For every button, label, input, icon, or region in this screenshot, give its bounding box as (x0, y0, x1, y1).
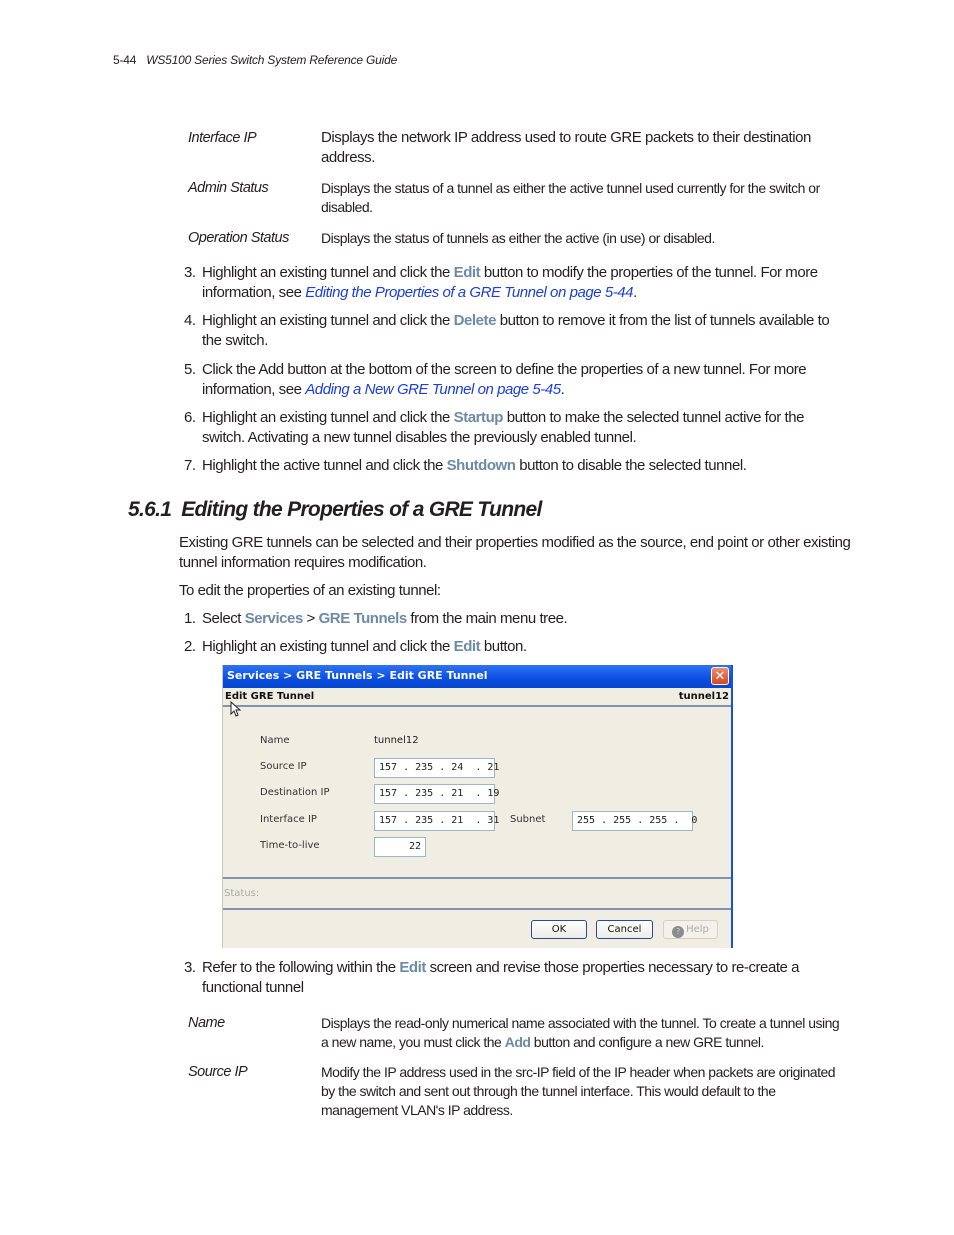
destination-ip-input[interactable]: 157 . 235 . 21 . 19 (374, 784, 499, 804)
help-button[interactable]: ? Help (663, 920, 718, 939)
step-item: 2. Highlight an existing tunnel and click… (184, 638, 527, 655)
mouse-pointer-icon (230, 701, 242, 717)
gre-tunnels-keyword: GRE Tunnels (318, 610, 408, 627)
definition-name: Displays the read-only numerical name as… (321, 1015, 840, 1050)
section-lead-in: To edit the properties of an existing tu… (179, 582, 441, 599)
help-icon: ? (672, 926, 685, 938)
link-editing-gre-tunnel[interactable]: Editing the Properties of a GRE Tunnel o… (305, 284, 633, 301)
dialog-subheader: Edit GRE Tunnel tunnel12 (223, 688, 731, 707)
edit-keyword: Edit (453, 638, 481, 655)
term-name: Name (188, 1015, 225, 1031)
step-item: 5. Click the Add button at the bottom of … (184, 361, 807, 398)
subnet-label: Subnet (510, 814, 546, 825)
edit-gre-tunnel-dialog: Services > GRE Tunnels > Edit GRE Tunnel… (222, 665, 733, 948)
page-number: 5-44 (113, 53, 137, 67)
step-item: 7. Highlight the active tunnel and click … (184, 457, 747, 474)
section-intro: Existing GRE tunnels can be selected and… (179, 534, 851, 571)
destination-ip-label: Destination IP (260, 787, 330, 798)
definition-interface-ip: Displays the network IP address used to … (321, 129, 811, 166)
name-label: Name (260, 735, 290, 746)
dialog-title: Services > GRE Tunnels > Edit GRE Tunnel (227, 669, 488, 682)
step-item: 6. Highlight an existing tunnel and click… (184, 409, 805, 446)
interface-ip-input[interactable]: 157 . 235 . 21 . 31 (374, 811, 499, 831)
edit-keyword: Edit (399, 959, 426, 976)
section-number: 5.6.1 (128, 498, 172, 521)
definition-admin-status: Displays the status of a tunnel as eithe… (321, 180, 820, 215)
status-label: Status: (224, 888, 260, 899)
definition-operation-status: Displays the status of tunnels as either… (321, 230, 715, 246)
ttl-label: Time-to-live (260, 840, 320, 851)
ok-button[interactable]: OK (531, 920, 587, 939)
term-source-ip: Source IP (188, 1064, 248, 1080)
step-item: 3. Refer to the following within the Edit… (184, 959, 800, 996)
cancel-button[interactable]: Cancel (596, 920, 653, 939)
step-item: 3. Highlight an existing tunnel and click… (184, 264, 818, 301)
name-value: tunnel12 (374, 735, 419, 746)
link-adding-gre-tunnel[interactable]: Adding a New GRE Tunnel on page 5-45 (305, 381, 561, 398)
divider (223, 908, 731, 910)
step-item: 4. Highlight an existing tunnel and click… (184, 312, 830, 349)
ttl-input[interactable]: 22 (374, 837, 426, 857)
startup-keyword: Startup (453, 409, 504, 426)
step-item: 1. Select Services > GRE Tunnels from the… (184, 610, 568, 627)
term-admin-status: Admin Status (188, 180, 269, 196)
shutdown-keyword: Shutdown (446, 457, 516, 474)
tunnel-tag: tunnel12 (678, 691, 729, 702)
delete-keyword: Delete (453, 312, 497, 329)
source-ip-input[interactable]: 157 . 235 . 24 . 21 (374, 758, 499, 778)
section-title: Editing the Properties of a GRE Tunnel (181, 498, 542, 521)
term-operation-status: Operation Status (188, 230, 289, 246)
source-ip-label: Source IP (260, 761, 307, 772)
dialog-title-bar: Services > GRE Tunnels > Edit GRE Tunnel… (223, 665, 731, 688)
services-keyword: Services (244, 610, 304, 627)
divider (223, 877, 731, 879)
guide-title: WS5100 Series Switch System Reference Gu… (146, 53, 398, 67)
edit-keyword: Edit (453, 264, 481, 281)
interface-ip-label: Interface IP (260, 814, 317, 825)
section-heading: 5.6.1 Editing the Properties of a GRE Tun… (128, 498, 542, 522)
subnet-input[interactable]: 255 . 255 . 255 . 0 (572, 811, 697, 831)
definition-source-ip: Modify the IP address used in the src-IP… (321, 1064, 836, 1118)
term-interface-ip: Interface IP (188, 130, 257, 146)
page-header: 5-44 WS5100 Series Switch System Referenc… (113, 53, 397, 67)
close-icon[interactable]: ✕ (711, 667, 729, 685)
add-keyword: Add (504, 1034, 531, 1050)
